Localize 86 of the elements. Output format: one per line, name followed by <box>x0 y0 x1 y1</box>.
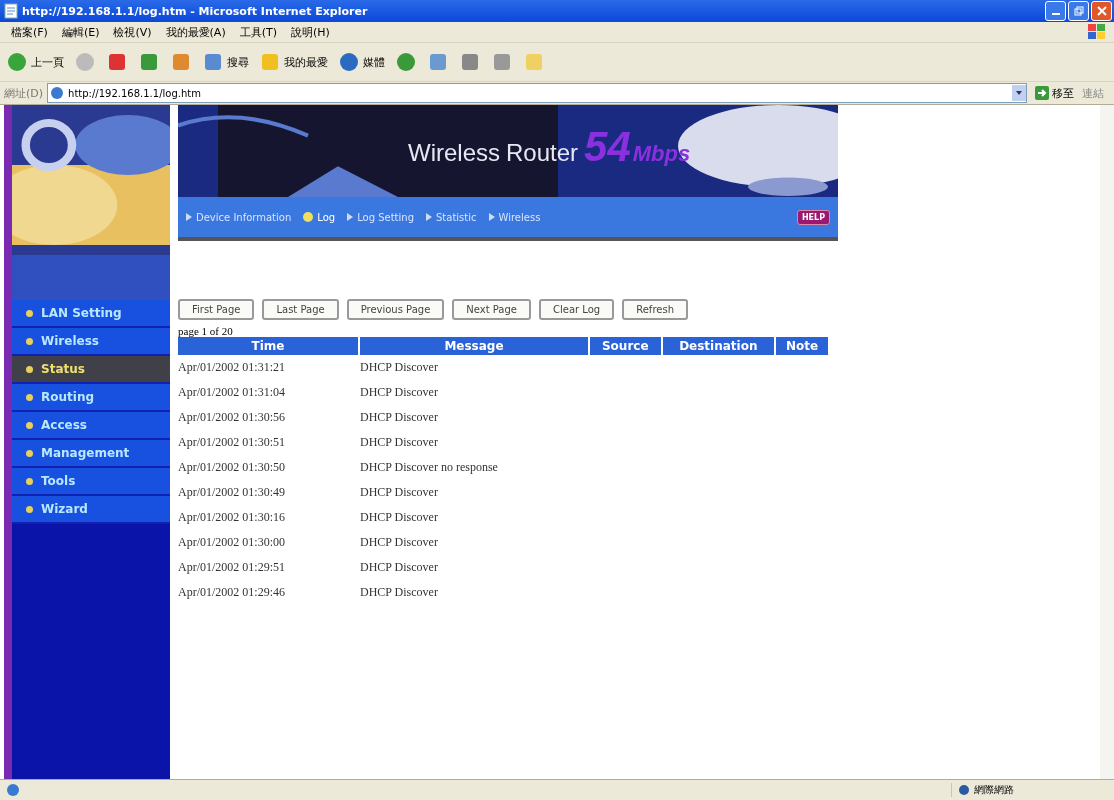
zone-indicator: 網際網路 <box>951 783 1108 797</box>
table-cell-text: Apr/01/2002 01:30:16 <box>178 509 286 526</box>
column-header: Source <box>590 337 661 355</box>
page-info: page 1 of 20 <box>178 325 234 337</box>
table-cell-text: Apr/01/2002 01:31:04 <box>178 384 286 401</box>
restore-icon <box>1073 6 1084 16</box>
nav-link[interactable]: Log <box>303 211 336 223</box>
stop-icon <box>106 51 128 73</box>
restore-button[interactable] <box>1068 1 1089 21</box>
forward-icon <box>74 51 96 73</box>
table-cell-text: DHCP Discover <box>360 359 439 376</box>
table-cell-text: DHCP Discover <box>360 484 439 501</box>
media-button[interactable]: 媒體 <box>336 49 387 75</box>
back-button[interactable]: 上一頁 <box>4 49 66 75</box>
address-label: 網址(D) <box>4 85 44 101</box>
page-button[interactable]: Previous Page <box>346 299 445 320</box>
search-button[interactable]: 搜尋 <box>200 49 251 75</box>
table-cell-text: DHCP Discover <box>360 534 439 551</box>
refresh-icon <box>138 51 160 73</box>
column-header: Time <box>178 337 358 355</box>
table-cell-text: DHCP Discover <box>360 509 439 526</box>
favorites-button[interactable]: 我的最愛 <box>257 49 330 75</box>
globe-icon <box>50 86 65 100</box>
table-cell-text: Apr/01/2002 01:30:56 <box>178 409 286 426</box>
sidebar-item[interactable]: Tools <box>12 468 170 496</box>
table-cell-text: Apr/01/2002 01:29:46 <box>178 584 286 601</box>
close-icon <box>1096 6 1107 16</box>
dropdown-button[interactable] <box>1012 85 1026 101</box>
table-cell-text: DHCP Discover <box>360 409 439 426</box>
go-button[interactable]: 移至 <box>1031 85 1078 101</box>
table-cell-text: Apr/01/2002 01:29:51 <box>178 559 286 576</box>
help-button[interactable]: HELP <box>796 209 830 225</box>
arrow-icon <box>1035 86 1049 100</box>
page-button[interactable]: Clear Log <box>539 299 615 320</box>
table-cell-text: Apr/01/2002 01:30:51 <box>178 434 286 451</box>
page-button[interactable]: Next Page <box>452 299 531 320</box>
table-cell-text: DHCP Discover no response <box>360 459 499 476</box>
favorites-icon <box>259 51 281 73</box>
column-header: Destination <box>662 337 775 355</box>
sidebar-item[interactable]: Status <box>12 356 170 384</box>
search-icon <box>202 51 224 73</box>
scroll-bar[interactable] <box>1100 105 1114 779</box>
history-icon <box>395 51 417 73</box>
window-title: http://192.168.1.1/log.htm - Microsoft Internet Explorer <box>22 4 368 18</box>
folder-icon <box>523 51 545 73</box>
minimize-icon <box>1051 13 1060 15</box>
table-cell-text: Apr/01/2002 01:30:49 <box>178 484 286 501</box>
table-cell-text: DHCP Discover <box>360 559 439 576</box>
sidebar-item[interactable]: Wizard <box>12 496 170 524</box>
minimize-button[interactable] <box>1045 1 1066 21</box>
table-cell-text: Apr/01/2002 01:30:50 <box>178 459 286 476</box>
sidebar-item[interactable]: Access <box>12 412 170 440</box>
sidebar-item[interactable]: Routing <box>12 384 170 412</box>
windows-logo-icon <box>1086 22 1108 42</box>
page-button[interactable]: Last Page <box>262 299 339 320</box>
menu-item[interactable]: 工具(T) <box>232 24 284 40</box>
menu-item[interactable]: 檔案(F) <box>4 24 55 40</box>
sidebar-item[interactable]: Management <box>12 440 170 468</box>
table-cell-text: DHCP Discover <box>360 384 439 401</box>
page-icon <box>6 783 20 797</box>
column-header: Note <box>776 337 828 355</box>
menu-item[interactable]: 說明(H) <box>284 24 337 40</box>
page-button[interactable]: First Page <box>178 299 255 320</box>
caret-icon <box>1016 91 1022 95</box>
menu-item[interactable]: 編輯(E) <box>54 24 107 40</box>
page-icon <box>4 3 18 19</box>
print-icon <box>459 51 481 73</box>
table-cell-text: DHCP Discover <box>360 584 439 601</box>
media-icon <box>338 51 360 73</box>
edit-icon <box>491 51 513 73</box>
table-cell-text: DHCP Discover <box>360 434 439 451</box>
table-cell-text: Apr/01/2002 01:31:21 <box>178 359 286 376</box>
sidebar-item[interactable]: LAN Setting <box>12 300 170 328</box>
close-button[interactable] <box>1091 1 1112 21</box>
back-icon <box>6 51 28 73</box>
sidebar-item[interactable]: Wireless <box>12 328 170 356</box>
page-button[interactable]: Refresh <box>622 299 688 320</box>
address-field[interactable]: http://192.168.1.1/log.htm <box>47 83 1027 103</box>
table-cell-text: Apr/01/2002 01:30:00 <box>178 534 286 551</box>
nav-link[interactable]: Statistic <box>426 211 477 223</box>
column-header: Message <box>360 337 588 355</box>
mail-icon <box>427 51 449 73</box>
menu-item[interactable]: 檢視(V) <box>106 24 159 40</box>
menu-item[interactable]: 我的最愛(A) <box>158 24 233 40</box>
nav-link[interactable]: Wireless <box>488 211 541 223</box>
home-icon <box>170 51 192 73</box>
